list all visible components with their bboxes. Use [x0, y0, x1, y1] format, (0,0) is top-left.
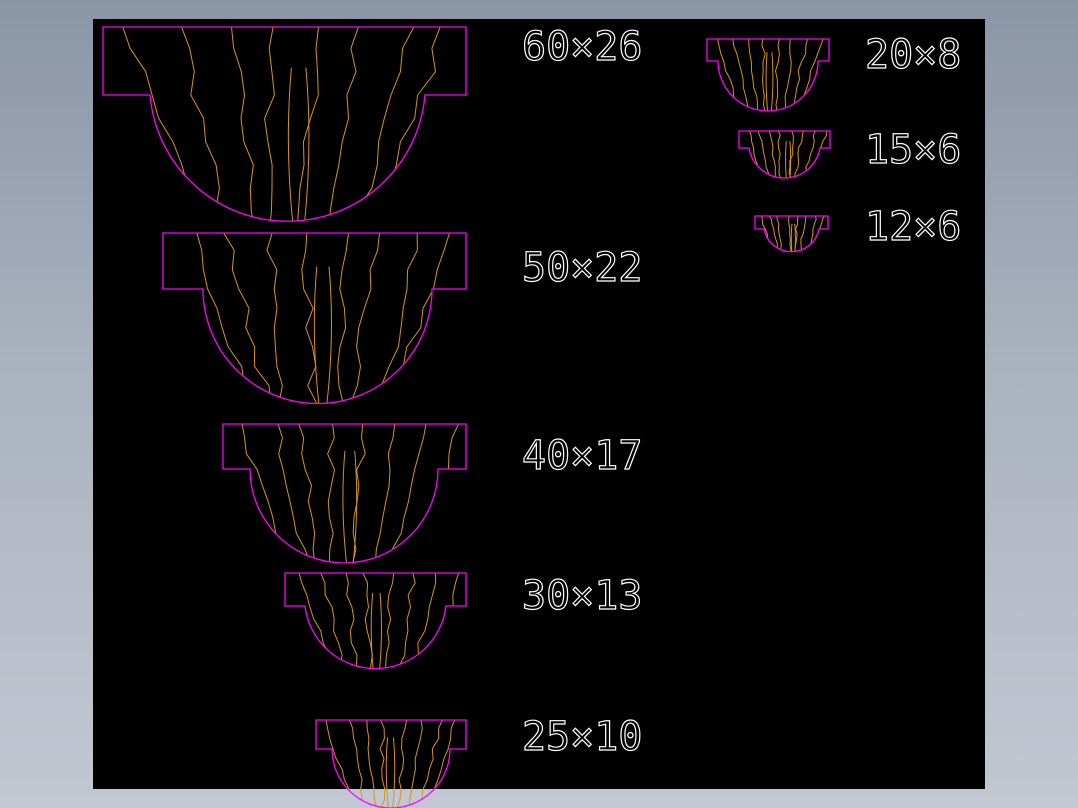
wood-grain-line — [349, 233, 381, 404]
wood-grain-line — [370, 592, 375, 669]
wood-grain-line — [342, 450, 348, 563]
profile-outline — [706, 38, 830, 112]
wood-grain-line — [790, 223, 793, 252]
wood-grain-line — [408, 720, 423, 808]
wood-grain-line — [732, 39, 751, 111]
wood-grain-line — [276, 424, 312, 563]
wood-grain-line — [784, 39, 792, 111]
molding-profile-drawing: 60×26 50×22 40×17 30×13 25×10 20×8 15×6 12×6 — [102, 23, 962, 808]
wood-grain-line — [408, 573, 437, 669]
wood-grain-line — [230, 27, 257, 222]
dimension-label: 50×22 — [522, 245, 642, 291]
wood-grain-line — [351, 424, 366, 563]
molding-profile-40x17: 40×17 — [222, 423, 643, 564]
wood-grain-line — [765, 52, 769, 111]
wood-grain-line — [319, 573, 345, 669]
wood-grain-line — [770, 52, 774, 111]
wood-grain-line — [296, 27, 320, 222]
wood-grain-line — [385, 737, 390, 808]
wood-grain-line — [411, 424, 460, 563]
wood-grain-line — [756, 131, 773, 179]
dimension-label: 25×10 — [522, 714, 642, 760]
wood-grain-line — [805, 216, 817, 252]
wood-grain-line — [391, 737, 396, 808]
dimension-label: 60×26 — [522, 24, 642, 70]
wood-grain-line — [767, 216, 781, 252]
wood-grain-line — [748, 131, 765, 179]
profile-outline — [315, 719, 467, 808]
wood-grain-line — [798, 39, 825, 111]
dimension-label: 20×8 — [865, 32, 961, 78]
wood-grain-line — [241, 424, 284, 563]
wood-grain-line — [385, 573, 395, 669]
wood-grain-line — [355, 27, 416, 222]
wood-grain-line — [425, 720, 457, 808]
dimension-label: 30×13 — [522, 573, 642, 619]
wood-grain-line — [348, 720, 369, 808]
wood-grain-line — [326, 266, 332, 404]
wood-grain-line — [121, 27, 208, 222]
wood-grain-line — [775, 39, 781, 111]
wood-grain-line — [793, 131, 805, 179]
wood-grain-line — [325, 720, 355, 808]
wood-grain-line — [374, 424, 396, 563]
wood-grain-line — [761, 39, 766, 111]
wood-grain-line — [776, 216, 784, 252]
wood-grain-line — [264, 27, 275, 222]
profile-outline — [284, 572, 467, 670]
wood-grain-line — [389, 233, 451, 404]
molding-profile-30x13: 30×13 — [284, 572, 643, 670]
wood-grain-line — [379, 720, 386, 808]
dimension-label: 40×17 — [522, 433, 642, 479]
wood-grain-line — [298, 573, 338, 669]
dimension-label: 15×6 — [865, 127, 961, 173]
wood-grain-line — [327, 424, 335, 563]
wood-grain-line — [337, 233, 350, 404]
wood-grain-line — [418, 720, 444, 808]
wood-grain-line — [366, 720, 379, 808]
wood-grain-line — [426, 573, 460, 669]
wood-grain-line — [379, 233, 418, 404]
wood-grain-line — [395, 720, 408, 808]
molding-profile-12x6: 12×6 — [754, 203, 962, 253]
wood-grain-line — [388, 424, 427, 563]
wood-grain-line — [266, 233, 283, 404]
wood-grain-line — [375, 27, 442, 222]
molding-profile-50x22: 50×22 — [162, 232, 643, 405]
molding-profile-60x26: 60×26 — [102, 23, 643, 222]
molding-profile-15x6: 15×6 — [738, 126, 962, 179]
wood-grain-line — [398, 573, 416, 669]
wood-grain-line — [716, 39, 741, 111]
dimension-label: 12×6 — [865, 204, 961, 250]
wood-grain-line — [748, 39, 759, 111]
profile-outline — [738, 130, 831, 179]
wood-grain-line — [287, 67, 295, 222]
wood-grain-line — [785, 141, 788, 179]
wood-grain-line — [297, 424, 316, 563]
wood-grain-line — [797, 216, 807, 252]
molding-profile-25x10: 25×10 — [315, 713, 643, 808]
wood-grain-line — [793, 223, 796, 252]
molding-profile-20x8: 20×8 — [706, 31, 962, 112]
wood-grain-line — [313, 266, 320, 404]
wood-grain-line — [801, 131, 817, 179]
wood-grain-line — [301, 233, 319, 404]
wood-grain-line — [791, 39, 809, 111]
